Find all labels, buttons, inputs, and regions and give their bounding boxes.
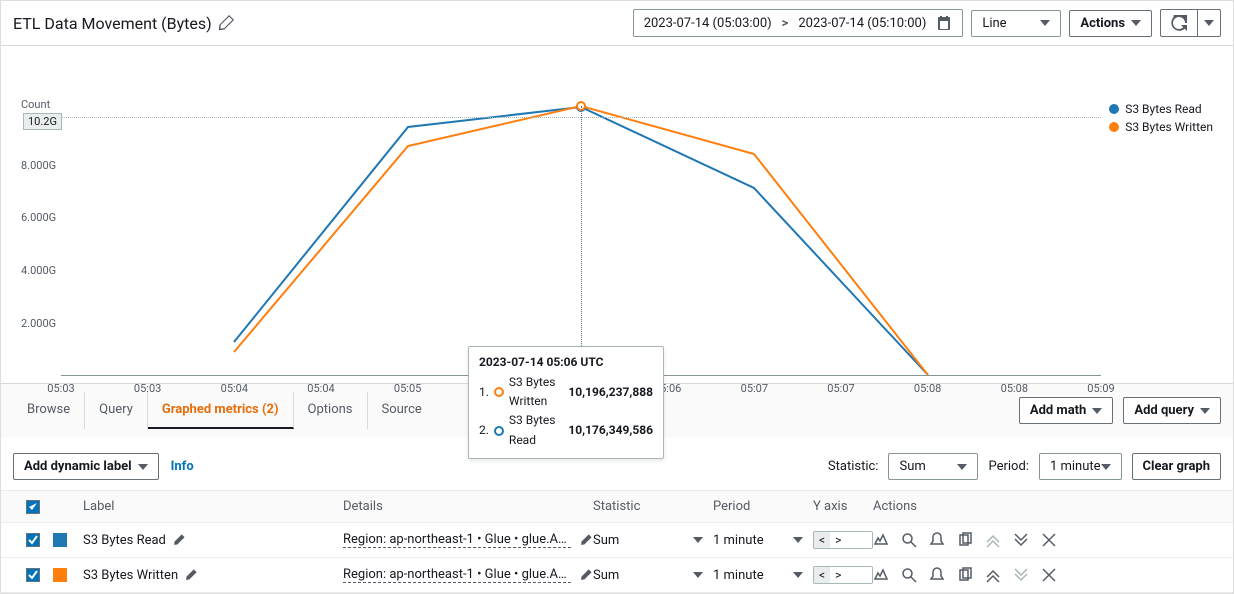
table-row: S3 Bytes Read Region: ap-northeast-1 • G… — [1, 523, 1233, 558]
refresh-button[interactable] — [1160, 9, 1197, 37]
move-down-icon[interactable] — [1013, 532, 1029, 548]
row-period-select[interactable]: 1 minute — [713, 568, 813, 583]
row-checkbox[interactable] — [26, 568, 40, 582]
search-icon[interactable] — [901, 532, 917, 548]
header-details: Details — [343, 499, 593, 514]
search-icon[interactable] — [901, 567, 917, 583]
row-statistic-select[interactable]: Sum — [593, 533, 713, 548]
header-bar: ETL Data Movement (Bytes) 2023-07-14 (05… — [1, 1, 1233, 46]
tooltip-swatch — [494, 426, 504, 436]
caret-down-icon — [957, 462, 967, 472]
caret-down-icon — [1040, 18, 1050, 28]
header-label: Label — [83, 499, 343, 514]
add-math-button[interactable]: Add math — [1019, 397, 1114, 424]
statistic-label: Statistic: — [828, 459, 879, 474]
time-range-picker[interactable]: 2023-07-14 (05:03:00) > 2023-07-14 (05:1… — [633, 9, 964, 37]
chart-area: Count 10.2G 2.000G 4.000G 6.000G 8.000G … — [1, 46, 1233, 383]
edit-icon[interactable] — [579, 568, 593, 582]
caret-down-icon — [693, 570, 703, 580]
edit-icon[interactable] — [218, 15, 234, 31]
remove-icon[interactable] — [1041, 567, 1057, 583]
copy-icon[interactable] — [957, 567, 973, 583]
legend-item[interactable]: S3 Bytes Written — [1109, 120, 1213, 134]
caret-down-icon — [1092, 406, 1102, 416]
tooltip-row: 2. S3 Bytes Read 10,176,349,586 — [479, 411, 653, 449]
header-statistic: Statistic — [593, 499, 713, 514]
color-swatch[interactable] — [53, 533, 67, 547]
edit-icon[interactable] — [172, 533, 186, 547]
refresh-icon — [1171, 15, 1187, 31]
copy-icon[interactable] — [957, 532, 973, 548]
time-end: 2023-07-14 (05:10:00) — [798, 16, 926, 31]
legend-swatch — [1109, 104, 1119, 114]
info-link[interactable]: Info — [171, 459, 194, 474]
line-plot[interactable]: 07-14 05:05 — [61, 106, 1101, 376]
range-separator-icon: > — [782, 16, 789, 31]
header-yaxis: Y axis — [813, 499, 873, 514]
move-down-icon[interactable] — [1013, 567, 1029, 583]
header-actions: Actions — [873, 499, 1093, 514]
caret-down-icon — [138, 462, 148, 472]
row-details[interactable]: Region: ap-northeast-1 • Glue • glue.ALL… — [343, 532, 571, 548]
clear-graph-button[interactable]: Clear graph — [1132, 453, 1221, 480]
move-up-icon[interactable] — [985, 532, 1001, 548]
time-start: 2023-07-14 (05:03:00) — [644, 16, 772, 31]
color-swatch[interactable] — [53, 568, 67, 582]
caret-down-icon — [693, 535, 703, 545]
chart-tooltip: 2023-07-14 05:06 UTC 1. S3 Bytes Written… — [468, 346, 664, 459]
tooltip-title: 2023-07-14 05:06 UTC — [479, 355, 653, 369]
caret-down-icon — [1101, 462, 1111, 472]
caret-down-icon — [1200, 406, 1210, 416]
table-row: S3 Bytes Written Region: ap-northeast-1 … — [1, 558, 1233, 593]
alarm-icon[interactable] — [873, 532, 889, 548]
edit-icon[interactable] — [579, 533, 593, 547]
metrics-table: Label Details Statistic Period Y axis Ac… — [1, 490, 1233, 593]
y-axis: 2.000G 4.000G 6.000G 8.000G — [21, 106, 61, 376]
remove-icon[interactable] — [1041, 532, 1057, 548]
add-query-button[interactable]: Add query — [1123, 397, 1221, 424]
alarm-icon[interactable] — [873, 567, 889, 583]
caret-down-icon — [1131, 18, 1141, 28]
refresh-options-button[interactable] — [1197, 9, 1221, 37]
caret-down-icon — [793, 570, 803, 580]
y-axis-toggle[interactable]: <> — [813, 566, 873, 584]
edit-icon[interactable] — [184, 568, 198, 582]
bell-icon[interactable] — [929, 532, 945, 548]
select-all-checkbox[interactable] — [26, 500, 40, 514]
caret-down-icon — [1204, 18, 1214, 28]
tooltip-swatch — [494, 387, 504, 397]
row-label: S3 Bytes Written — [83, 568, 178, 583]
chart-type-value: Line — [982, 16, 1006, 31]
hover-vertical-line — [581, 106, 582, 376]
row-statistic-select[interactable]: Sum — [593, 568, 713, 583]
chart-legend: S3 Bytes Read S3 Bytes Written — [1109, 102, 1213, 138]
chart-title: ETL Data Movement (Bytes) — [13, 14, 212, 33]
legend-swatch — [1109, 122, 1119, 132]
chart-type-select[interactable]: Line — [971, 10, 1061, 37]
row-checkbox[interactable] — [26, 533, 40, 547]
y-axis-toggle[interactable]: <> — [813, 531, 873, 549]
statistic-select[interactable]: Sum — [888, 453, 978, 480]
table-header-row: Label Details Statistic Period Y axis Ac… — [1, 491, 1233, 523]
add-dynamic-label-button[interactable]: Add dynamic label — [13, 453, 159, 480]
tooltip-row: 1. S3 Bytes Written 10,196,237,888 — [479, 373, 653, 411]
period-label: Period: — [988, 459, 1028, 474]
move-up-icon[interactable] — [985, 567, 1001, 583]
calendar-icon — [936, 15, 952, 31]
header-period: Period — [713, 499, 813, 514]
bell-icon[interactable] — [929, 567, 945, 583]
row-period-select[interactable]: 1 minute — [713, 533, 813, 548]
legend-item[interactable]: S3 Bytes Read — [1109, 102, 1213, 116]
actions-button[interactable]: Actions — [1069, 10, 1152, 37]
period-select[interactable]: 1 minute — [1039, 453, 1122, 480]
caret-down-icon — [793, 535, 803, 545]
row-details[interactable]: Region: ap-northeast-1 • Glue • glue.ALL… — [343, 567, 571, 583]
row-label: S3 Bytes Read — [83, 533, 166, 548]
